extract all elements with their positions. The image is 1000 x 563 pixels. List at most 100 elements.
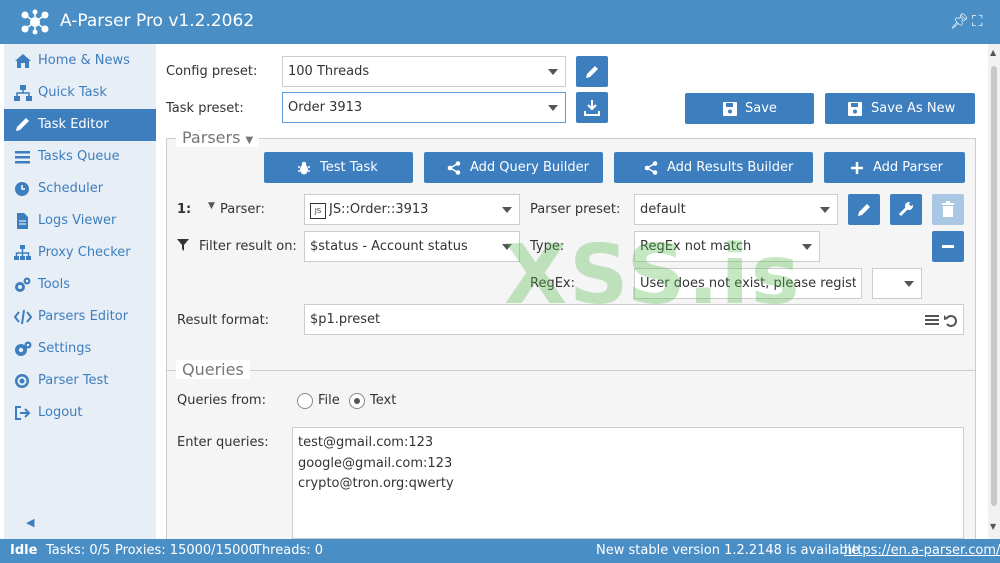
bug-icon <box>298 161 310 175</box>
test-task-button[interactable]: Test Task <box>264 152 413 183</box>
query-line: google@gmail.com:123 <box>298 456 453 471</box>
sidebar-item-logout[interactable]: Logout <box>4 397 156 429</box>
sidebar-item-label: Quick Task <box>38 85 107 100</box>
download-preset-button[interactable] <box>576 92 608 123</box>
parsers-legend-text: Parsers <box>182 128 241 147</box>
task-preset-select[interactable]: Order 3913 <box>282 92 566 123</box>
edit-parser-preset-button[interactable] <box>848 194 880 225</box>
update-notice: New stable version 1.2.2148 is available <box>596 543 860 558</box>
caret-down-icon[interactable]: ▼ <box>208 201 215 211</box>
filter-field-value: $status - Account status <box>310 239 468 254</box>
query-line: test@gmail.com:123 <box>298 435 434 450</box>
config-preset-select[interactable]: 100 Threads <box>282 56 566 87</box>
sidebar-item-tasks-queue[interactable]: Tasks Queue <box>4 141 156 173</box>
sidebar-item-parsers-editor[interactable]: Parsers Editor <box>4 301 156 333</box>
sidebar-item-settings[interactable]: Settings <box>4 333 156 365</box>
remove-filter-button[interactable] <box>932 231 964 262</box>
title-bar: A-Parser Pro v1.2.2062 📌︎ ⛶ <box>0 0 1000 44</box>
menu-icon[interactable] <box>925 313 939 327</box>
parser-select[interactable]: JS JS::Order::3913 <box>304 194 520 225</box>
queries-from-label: Queries from: <box>177 393 266 408</box>
sidebar-item-parser-test[interactable]: Parser Test <box>4 365 156 397</box>
sidebar-item-home-news[interactable]: Home & News <box>4 45 156 77</box>
parsers-legend[interactable]: Parsers ▼ <box>176 128 260 147</box>
scroll-down-icon[interactable]: ▼ <box>990 522 996 531</box>
queries-from-text-radio[interactable] <box>349 393 365 409</box>
filter-label: Filter result on: <box>199 239 297 254</box>
add-parser-button[interactable]: Add Parser <box>824 152 965 183</box>
save-button-label: Save <box>745 101 777 116</box>
sidebar-item-quick-task[interactable]: Quick Task <box>4 77 156 109</box>
delete-parser-button[interactable] <box>932 194 964 225</box>
config-preset-value: 100 Threads <box>288 64 370 79</box>
sidebar-item-label: Tools <box>38 277 71 292</box>
scroll-up-icon[interactable]: ▲ <box>990 48 996 57</box>
sidebar-item-task-editor[interactable]: Task Editor <box>4 109 156 141</box>
add-query-builder-button[interactable]: Add Query Builder <box>424 152 603 183</box>
result-format-value: $p1.preset <box>310 312 381 327</box>
enter-queries-label: Enter queries: <box>177 435 269 450</box>
parser-label: Parser: <box>220 202 265 217</box>
save-button[interactable]: Save <box>685 93 814 124</box>
minus-icon <box>942 245 954 248</box>
chevron-down-icon <box>904 281 914 287</box>
regex-flags-select[interactable] <box>872 268 922 299</box>
share-icon <box>644 161 658 175</box>
sidebar-item-label: Tasks Queue <box>38 149 120 164</box>
add-results-builder-button[interactable]: Add Results Builder <box>614 152 813 183</box>
plus-icon <box>851 162 863 174</box>
queries-textarea[interactable]: test@gmail.com:123 google@gmail.com:123 … <box>292 427 964 539</box>
file-icon <box>17 213 28 229</box>
parser-preset-label: Parser preset: <box>530 202 621 217</box>
filter-icon <box>177 239 189 251</box>
status-proxies: Proxies: 15000/15000 <box>115 543 257 558</box>
sidebar-item-logs-viewer[interactable]: Logs Viewer <box>4 205 156 237</box>
result-format-label: Result format: <box>177 313 270 328</box>
pencil-icon <box>858 204 870 216</box>
floppy-disk-icon <box>723 102 737 116</box>
chevron-down-icon <box>820 207 830 213</box>
query-line: crypto@tron.org:qwerty <box>298 476 454 491</box>
pin-icon[interactable]: 📌︎ <box>950 12 969 30</box>
wrench-icon <box>898 202 913 217</box>
pencil-icon <box>16 118 29 131</box>
clock-icon <box>15 182 29 196</box>
share-icon <box>447 161 461 175</box>
chevron-down-icon <box>802 244 812 250</box>
sidebar-item-tools[interactable]: Tools <box>4 269 156 301</box>
save-as-new-button-label: Save As New <box>871 101 956 116</box>
save-as-new-button[interactable]: Save As New <box>825 93 975 124</box>
sign-out-icon <box>15 406 31 420</box>
edit-config-preset-button[interactable] <box>576 56 608 87</box>
fullscreen-icon[interactable]: ⛶ <box>972 12 983 30</box>
list-icon <box>15 151 30 164</box>
app-logo-icon <box>21 9 49 35</box>
sidebar-item-label: Task Editor <box>38 117 109 132</box>
queries-from-text-label[interactable]: Text <box>370 393 396 408</box>
queries-legend: Queries <box>176 360 250 379</box>
update-link[interactable]: https://en.a-parser.com/ <box>844 543 1000 558</box>
status-threads: Threads: 0 <box>254 543 324 558</box>
chevron-down-icon <box>548 69 558 75</box>
sidebar-collapse-icon[interactable]: ◀ <box>26 516 34 529</box>
undo-icon[interactable] <box>943 313 959 327</box>
sidebar-item-proxy-checker[interactable]: Proxy Checker <box>4 237 156 269</box>
sidebar-item-label: Logout <box>38 405 83 420</box>
add-parser-label: Add Parser <box>873 160 943 175</box>
parser-settings-button[interactable] <box>890 194 922 225</box>
queries-from-file-label[interactable]: File <box>318 393 340 408</box>
main-scrollbar[interactable]: ▲ ▼ <box>988 44 1000 539</box>
code-icon <box>14 309 32 325</box>
parser-value: JS::Order::3913 <box>329 202 429 217</box>
status-bar: Idle Tasks: 0/5 Proxies: 15000/15000 Thr… <box>0 539 1000 563</box>
sidebar-item-scheduler[interactable]: Scheduler <box>4 173 156 205</box>
download-icon <box>584 100 600 116</box>
cogs-icon <box>15 341 32 356</box>
queries-from-file-radio[interactable] <box>297 393 313 409</box>
parser-preset-select[interactable]: default <box>634 194 838 225</box>
filter-field-select[interactable]: $status - Account status <box>304 231 520 262</box>
task-preset-value: Order 3913 <box>288 100 363 115</box>
config-preset-label: Config preset: <box>166 64 258 79</box>
status-tasks: Tasks: 0/5 <box>46 543 111 558</box>
scrollbar-thumb[interactable] <box>991 66 997 506</box>
